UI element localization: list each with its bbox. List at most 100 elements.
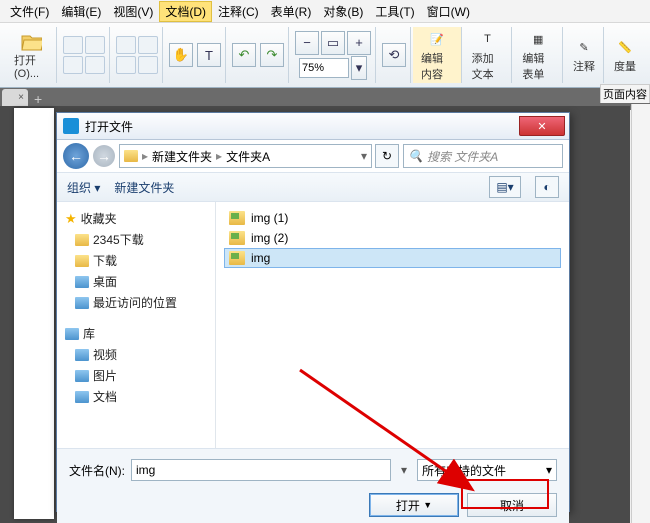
dialog-toolbar: 组织 ▾ 新建文件夹 ▤▾ ◐ <box>57 172 569 202</box>
menu-form[interactable]: 表单(R) <box>265 1 318 22</box>
measure-label: 度量 <box>614 58 636 74</box>
app-icon <box>63 118 79 134</box>
ribbon: 打开(O)... ✋ T ↶ ↷ − ▭ + ▾ ⟲ 📝编辑内容 T添加文本 ▦… <box>0 23 650 88</box>
chevron-down-icon[interactable]: ▾ <box>361 149 367 163</box>
refresh-icon[interactable]: ↻ <box>375 144 399 168</box>
measure-button[interactable]: 📏度量 <box>610 34 640 76</box>
chevron-down-icon: ▾ <box>546 463 552 477</box>
address-bar[interactable]: ▸ 新建文件夹 ▸ 文件夹A ▾ <box>119 144 372 168</box>
menu-bar: 文件(F) 编辑(E) 视图(V) 文档(D) 注释(C) 表单(R) 对象(B… <box>0 0 650 23</box>
tree-item-desktop[interactable]: 桌面 <box>61 271 211 292</box>
redo-icon[interactable]: ↷ <box>260 43 284 67</box>
menu-file[interactable]: 文件(F) <box>4 1 55 22</box>
filename-label: 文件名(N): <box>69 462 125 479</box>
filename-input[interactable] <box>131 459 391 481</box>
edit-form-label: 编辑表单 <box>522 50 554 82</box>
folder-icon <box>75 255 89 267</box>
tree-item-documents[interactable]: 文档 <box>61 386 211 407</box>
zoom-input[interactable] <box>299 58 349 78</box>
quick-tools-2[interactable] <box>116 36 158 74</box>
zoom-dropdown-icon[interactable]: ▾ <box>351 56 367 80</box>
open-button[interactable]: 打开(O)... <box>10 28 52 82</box>
search-placeholder: 搜索 文件夹A <box>427 148 498 165</box>
tree-item-download[interactable]: 下载 <box>61 250 211 271</box>
tree-item-2345[interactable]: 2345下载 <box>61 229 211 250</box>
edit-form-button[interactable]: ▦编辑表单 <box>518 26 558 84</box>
menu-tool[interactable]: 工具(T) <box>369 1 420 22</box>
text-select-icon[interactable]: T <box>197 43 221 67</box>
side-panel-tab[interactable]: 页面内容 <box>600 84 650 103</box>
organize-menu[interactable]: 组织 ▾ <box>67 179 100 196</box>
folder-icon <box>75 234 89 246</box>
edit-content-button[interactable]: 📝编辑内容 <box>417 26 457 84</box>
menu-document[interactable]: 文档(D) <box>159 1 212 22</box>
nav-forward-icon[interactable]: → <box>93 145 115 167</box>
nav-row: ← → ▸ 新建文件夹 ▸ 文件夹A ▾ ↻ 🔍 搜索 文件夹A <box>57 140 569 172</box>
nav-tree: ★收藏夹 2345下载 下载 桌面 最近访问的位置 库 视频 图片 文档 <box>57 202 216 448</box>
recent-icon <box>75 297 89 309</box>
tree-item-video[interactable]: 视频 <box>61 344 211 365</box>
breadcrumb-2[interactable]: 文件夹A <box>226 148 270 165</box>
cancel-button[interactable]: 取消 <box>467 493 557 517</box>
hand-tool-icon[interactable]: ✋ <box>169 43 193 67</box>
file-row[interactable]: img (2) <box>224 228 561 248</box>
breadcrumb-1[interactable]: 新建文件夹 <box>152 148 212 165</box>
page-preview <box>14 108 54 519</box>
folder-icon <box>124 150 138 162</box>
rotate-left-icon[interactable]: ⟲ <box>382 43 406 67</box>
measure-icon: 📏 <box>614 36 636 58</box>
dialog-titlebar: 打开文件 ✕ <box>57 113 569 140</box>
zoom-controls: − ▭ + <box>295 31 371 55</box>
tree-favorites[interactable]: ★收藏夹 <box>61 208 211 229</box>
documents-icon <box>75 391 89 403</box>
zoom-in-icon[interactable]: + <box>347 31 371 55</box>
tree-item-recent[interactable]: 最近访问的位置 <box>61 292 211 313</box>
annotate-icon: ✎ <box>573 36 595 58</box>
annotate-label: 注释 <box>573 58 595 74</box>
zoom-out-icon[interactable]: − <box>295 31 319 55</box>
help-icon[interactable]: ◐ <box>535 176 559 198</box>
dialog-bottom: 文件名(N): ▾ 所有支持的文件▾ 打开 ▼ 取消 <box>57 448 569 523</box>
star-icon: ★ <box>65 211 77 227</box>
library-icon <box>65 328 79 340</box>
dialog-close-button[interactable]: ✕ <box>519 116 565 136</box>
add-text-icon: T <box>477 28 499 50</box>
quick-tools[interactable] <box>63 36 105 74</box>
open-label: 打开(O)... <box>14 52 48 80</box>
menu-comment[interactable]: 注释(C) <box>212 1 265 22</box>
chevron-right-icon: ▸ <box>216 149 222 163</box>
tree-item-pictures[interactable]: 图片 <box>61 365 211 386</box>
edit-content-icon: 📝 <box>426 28 448 50</box>
search-icon: 🔍 <box>408 149 423 163</box>
file-row-selected[interactable]: img <box>224 248 561 268</box>
desktop-icon <box>75 276 89 288</box>
side-panel <box>631 104 650 523</box>
menu-edit[interactable]: 编辑(E) <box>55 1 107 22</box>
new-folder-button[interactable]: 新建文件夹 <box>114 179 174 196</box>
edit-form-icon: ▦ <box>527 28 549 50</box>
add-text-button[interactable]: T添加文本 <box>468 26 508 84</box>
chevron-down-icon[interactable]: ▾ <box>397 463 411 477</box>
view-mode-button[interactable]: ▤▾ <box>489 176 521 198</box>
filetype-select[interactable]: 所有支持的文件▾ <box>417 459 557 481</box>
image-folder-icon <box>229 231 245 245</box>
zoom-fit-icon[interactable]: ▭ <box>321 31 345 55</box>
nav-back-icon[interactable]: ← <box>63 143 89 169</box>
pictures-icon <box>75 370 89 382</box>
dialog-title: 打开文件 <box>85 118 519 135</box>
menu-object[interactable]: 对象(B) <box>317 1 369 22</box>
close-icon[interactable]: × <box>18 92 24 103</box>
menu-view[interactable]: 视图(V) <box>107 1 159 22</box>
tree-libraries[interactable]: 库 <box>61 323 211 344</box>
new-tab-icon[interactable]: + <box>28 91 48 107</box>
chevron-right-icon: ▸ <box>142 149 148 163</box>
open-button[interactable]: 打开 ▼ <box>369 493 459 517</box>
file-list: img (1) img (2) img <box>216 202 569 448</box>
file-row[interactable]: img (1) <box>224 208 561 228</box>
annotate-button[interactable]: ✎注释 <box>569 34 599 76</box>
undo-icon[interactable]: ↶ <box>232 43 256 67</box>
search-input[interactable]: 🔍 搜索 文件夹A <box>403 144 563 168</box>
video-icon <box>75 349 89 361</box>
menu-window[interactable]: 窗口(W) <box>421 1 476 22</box>
edit-content-label: 编辑内容 <box>421 50 453 82</box>
